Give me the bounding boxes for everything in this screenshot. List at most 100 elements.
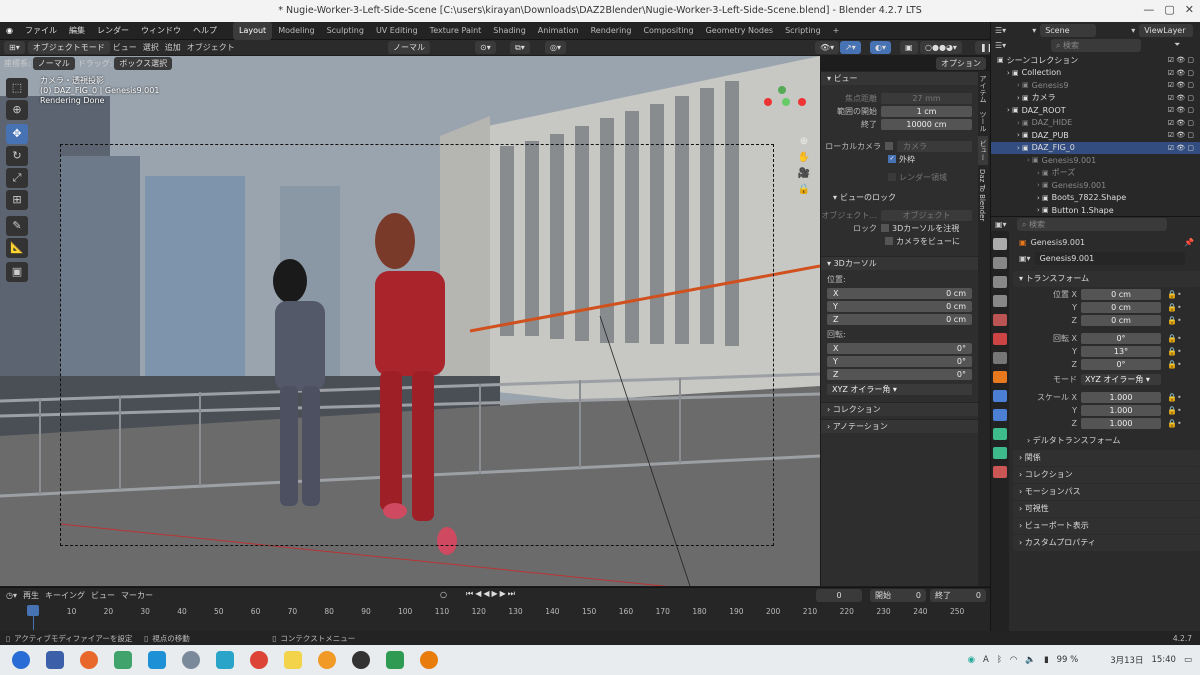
scale-y-field[interactable]: 1.000	[1081, 404, 1161, 416]
tab-compositing[interactable]: Compositing	[637, 22, 699, 40]
start-menu-icon[interactable]	[12, 651, 30, 669]
visibility-toggles-icon[interactable]: ☑ 👁 ▢	[1168, 69, 1194, 77]
tab-physics-icon[interactable]	[993, 428, 1007, 440]
outliner-row[interactable]: › ▣ Button 1.Shape	[991, 204, 1200, 217]
tab-scripting[interactable]: Scripting	[779, 22, 827, 40]
rotation-x-field[interactable]: 0°	[1081, 332, 1161, 344]
menu-file[interactable]: ファイル	[19, 22, 63, 40]
shading-modes-icon[interactable]: ○●●◕▾	[920, 41, 962, 54]
lock-object-field[interactable]: オブジェクト	[881, 209, 972, 221]
outliner-item-icon[interactable]: › ▣	[1037, 194, 1049, 202]
outliner-row[interactable]: › ▣ Genesis9.001	[991, 179, 1200, 192]
cursor-y-field[interactable]: Y0 cm	[827, 300, 972, 312]
tab-scene-icon[interactable]	[993, 314, 1007, 326]
zoom-icon[interactable]: ⊕	[797, 134, 811, 150]
outliner-item-icon[interactable]: › ▣	[1037, 181, 1049, 189]
orientation-select[interactable]: ノーマル	[388, 41, 430, 54]
cursor-section-header[interactable]: ▾ 3Dカーソル	[821, 256, 978, 270]
menu-render[interactable]: レンダー	[91, 22, 135, 40]
local-camera-checkbox[interactable]	[885, 142, 893, 150]
transform-section-header[interactable]: ▾ トランスフォーム	[1013, 271, 1200, 287]
outliner-row[interactable]: › ▣ Boots_7822.Shape	[991, 192, 1200, 205]
location-x-field[interactable]: 0 cm	[1081, 288, 1161, 300]
lock-cursor-checkbox[interactable]	[881, 224, 889, 232]
close-button[interactable]: ✕	[1185, 3, 1194, 16]
menu-object[interactable]: オブジェクト	[187, 42, 235, 53]
rotation-z-field[interactable]: 0°	[1081, 358, 1161, 370]
viewlayer-icon[interactable]: ▾	[1131, 26, 1135, 35]
store-icon[interactable]	[148, 651, 166, 669]
outliner-row[interactable]: › ▣ DAZ_HIDE ☑ 👁 ▢	[991, 117, 1200, 130]
location-y-field[interactable]: 0 cm	[1081, 301, 1161, 313]
annotate-tool-icon[interactable]: ✎	[6, 216, 28, 236]
properties-search-input[interactable]: ⌕ 検索	[1017, 217, 1167, 231]
cursor-rot-y-field[interactable]: Y 0°	[827, 355, 972, 367]
tab-animation[interactable]: Animation	[532, 22, 585, 40]
tab-modeling[interactable]: Modeling	[272, 22, 320, 40]
scene-selector-icon[interactable]: ▾	[1032, 26, 1036, 35]
tab-world-icon[interactable]	[993, 333, 1007, 345]
location-z-field[interactable]: 0 cm	[1081, 314, 1161, 326]
settings-gear-icon[interactable]	[182, 651, 200, 669]
visibility-toggles-icon[interactable]: ☑ 👁 ▢	[1168, 144, 1194, 152]
tab-modifiers-icon[interactable]	[993, 390, 1007, 402]
editor-type-button[interactable]: ⊞▾	[4, 41, 25, 54]
lock-icon[interactable]: 🔒	[797, 182, 811, 198]
outliner-item-icon[interactable]: › ▣	[1017, 81, 1029, 89]
scale-x-field[interactable]: 1.000	[1081, 391, 1161, 403]
visibility-toggles-icon[interactable]: ☑ 👁 ▢	[1168, 106, 1194, 114]
scale-tool-icon[interactable]: ⤢	[6, 168, 28, 188]
outliner-row[interactable]: ▣ シーンコレクション ☑ 👁 ▢	[991, 54, 1200, 67]
visibility-icon[interactable]: 👁▾	[815, 41, 840, 54]
rotation-mode-dropdown[interactable]: XYZ オイラー角 ▾	[1081, 373, 1161, 385]
minimize-button[interactable]: —	[1143, 3, 1154, 16]
visibility-toggles-icon[interactable]: ☑ 👁 ▢	[1168, 131, 1194, 139]
daz-studio-icon[interactable]	[318, 651, 336, 669]
tab-texture-paint[interactable]: Texture Paint	[424, 22, 488, 40]
object-datablock-field[interactable]: Genesis9.001	[1034, 251, 1185, 265]
tab-constraints-icon[interactable]	[993, 447, 1007, 459]
rotation-y-field[interactable]: 13°	[1081, 345, 1161, 357]
tab-shading[interactable]: Shading	[487, 22, 532, 40]
rotation-mode-select[interactable]: XYZ オイラー角 ▾	[827, 383, 972, 395]
time-label[interactable]: 15:40	[1151, 655, 1176, 665]
outliner-search-input[interactable]: ⌕ 検索	[1051, 38, 1141, 52]
remote-icon[interactable]	[216, 651, 234, 669]
menu-help[interactable]: ヘルプ	[187, 22, 223, 40]
display-mode-icon[interactable]: ☰▾	[995, 41, 1051, 50]
scale-z-field[interactable]: 1.000	[1081, 417, 1161, 429]
menu-select[interactable]: 選択	[143, 42, 159, 53]
outliner-row[interactable]: › ▣ DAZ_PUB ☑ 👁 ▢	[991, 129, 1200, 142]
measure-tool-icon[interactable]: 📐	[6, 238, 28, 258]
editor-type-clock-icon[interactable]: ◷▾	[6, 591, 17, 600]
add-workspace-button[interactable]: +	[827, 22, 846, 40]
xray-icon[interactable]: ▣	[900, 41, 918, 54]
lock-scale-x-icon[interactable]: 🔒•	[1167, 393, 1187, 402]
end-frame-field[interactable]: 終了 0	[930, 589, 986, 602]
tab-daz-to-blender[interactable]: Daz To Blender	[978, 165, 986, 225]
lock-loc-z-icon[interactable]: 🔒•	[1167, 316, 1187, 325]
tab-rendering[interactable]: Rendering	[585, 22, 638, 40]
lock-rot-x-icon[interactable]: 🔒•	[1167, 334, 1187, 343]
outliner-row[interactable]: › ▣ Genesis9 ☑ 👁 ▢	[991, 79, 1200, 92]
snap-icon[interactable]: ⧉▾	[510, 41, 530, 54]
rotate-tool-icon[interactable]: ↻	[6, 146, 28, 166]
outliner-row[interactable]: › ▣ Genesis9.001	[991, 154, 1200, 167]
pin-icon[interactable]: 📌	[1184, 238, 1194, 247]
playhead[interactable]	[27, 605, 39, 616]
relations-section-header[interactable]: › 関係	[1013, 450, 1200, 466]
marker-menu[interactable]: マーカー	[121, 590, 153, 601]
visibility-toggles-icon[interactable]: ☑ 👁 ▢	[1168, 56, 1194, 64]
outliner-row[interactable]: › ▣ ポーズ	[991, 167, 1200, 180]
filter-icon[interactable]: ⏷	[1174, 40, 1180, 50]
outliner-item-icon[interactable]: › ▣	[1037, 206, 1049, 214]
cursor-rot-z-field[interactable]: Z 0°	[827, 368, 972, 380]
local-camera-field[interactable]: カメラ	[897, 140, 972, 152]
firefox-icon[interactable]	[80, 651, 98, 669]
tab-object-icon[interactable]	[993, 371, 1007, 383]
chrome-icon[interactable]	[250, 651, 268, 669]
outliner-item-icon[interactable]: › ▣	[1007, 69, 1019, 77]
outliner-item-icon[interactable]: › ▣	[1037, 169, 1049, 177]
options-button[interactable]: オプション	[936, 56, 986, 70]
delta-transform-header[interactable]: › デルタトランスフォーム	[991, 433, 1200, 449]
